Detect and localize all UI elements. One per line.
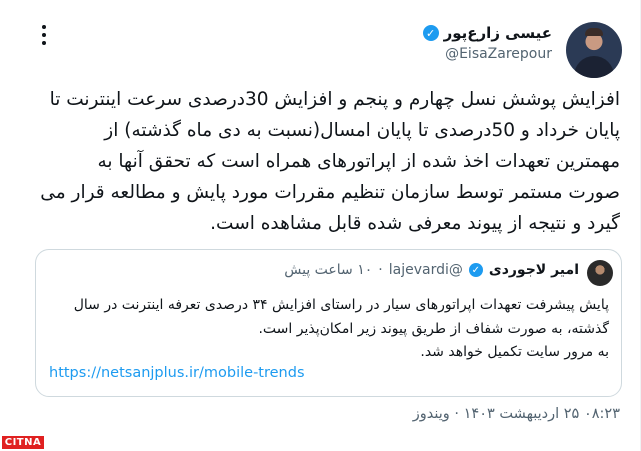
dot-1 (42, 25, 46, 29)
separator-dot: · (378, 262, 383, 278)
quoted-author-handle: @lajevardi (388, 262, 463, 278)
avatar-suit (574, 56, 614, 78)
dot-3 (42, 41, 46, 45)
tweet-timestamp[interactable]: ۰۸:۲۳ ۲۵ اردیبهشت ۱۴۰۳ · ویندوز (413, 406, 620, 422)
quoted-tweet[interactable]: امیر لاجوردی ✓ @lajevardi · ۱۰ ساعت پیش … (35, 249, 622, 397)
quoted-tweet-body: پایش پیشرفت تعهدات اپراتورهای سیار در را… (48, 294, 609, 365)
author-handle[interactable]: @EisaZarepour (423, 46, 552, 62)
tweet-card: عیسی زارع‌پور ✓ @EisaZarepour افزایش پوش… (0, 0, 641, 451)
tweet-line: افزایش پوشش نسل چهارم و پنجم و افزایش 30… (49, 89, 620, 110)
tweet-body: افزایش پوشش نسل چهارم و پنجم و افزایش 30… (30, 84, 620, 239)
quoted-verified-badge-icon: ✓ (468, 263, 483, 277)
citna-watermark-logo: CITNA (2, 436, 44, 449)
dot-2 (42, 33, 46, 37)
quoted-time: ۱۰ ساعت پیش (284, 262, 373, 278)
quoted-line: گذشته، به صورت شفاف از طریق پیوند زیر ام… (258, 320, 609, 337)
more-options-icon[interactable] (35, 25, 53, 45)
quoted-tweet-header: امیر لاجوردی ✓ @lajevardi · ۱۰ ساعت پیش (284, 262, 579, 278)
author-name[interactable]: عیسی زارع‌پور (444, 24, 552, 42)
quoted-link[interactable]: https://netsanjplus.ir/mobile-trends (49, 365, 305, 381)
avatar-hair (585, 28, 603, 36)
tweet-line: گیرد و نتیجه از پیوند معرفی شده قابل مشا… (210, 213, 620, 234)
quoted-author-avatar (587, 260, 613, 286)
tweet-line: مهمترین تعهدات اخذ شده از اپراتورهای همر… (97, 151, 620, 172)
verified-badge-icon: ✓ (422, 25, 439, 41)
tweet-line: پایان خرداد و 50درصدی تا پایان امسال(نسب… (104, 120, 620, 141)
quoted-author-name: امیر لاجوردی (488, 262, 579, 278)
quoted-line: پایش پیشرفت تعهدات اپراتورهای سیار در را… (73, 297, 609, 313)
quoted-line: به مرور سایت تکمیل خواهد شد. (420, 344, 609, 360)
author-name-row: عیسی زارع‌پور ✓ (422, 24, 552, 42)
author-avatar[interactable] (566, 22, 622, 78)
author-block: عیسی زارع‌پور ✓ @EisaZarepour (422, 24, 552, 62)
tweet-line: صورت مستمر توسط سازمان تنظیم مقررات مورد… (40, 182, 620, 203)
